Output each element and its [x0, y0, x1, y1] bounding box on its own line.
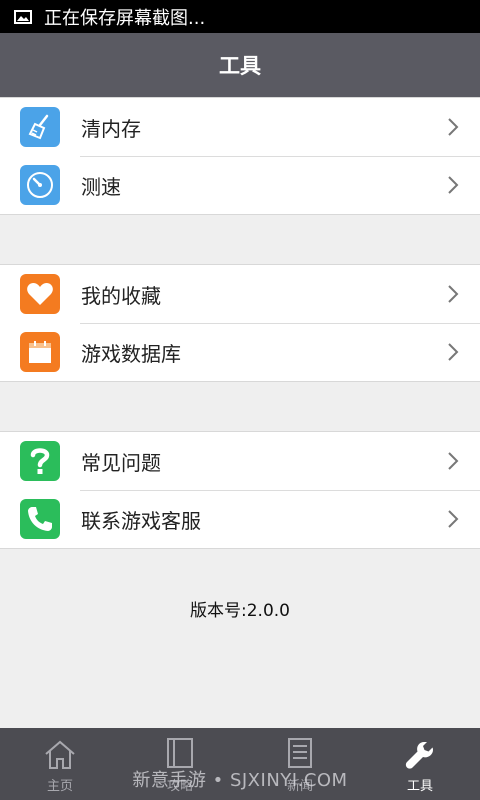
menu-item-label: 游戏数据库 [81, 341, 181, 366]
chevron-right-icon [448, 285, 459, 303]
menu-item-label: 常见问题 [81, 450, 161, 475]
broom-icon [20, 107, 60, 147]
version-label: 版本号:2.0.0 [190, 601, 290, 621]
chevron-right-icon [448, 118, 459, 136]
chevron-right-icon [448, 510, 459, 528]
tools-group-personal: 我的收藏 游戏数据库 [0, 264, 480, 382]
tools-group-system: 清内存 测速 [0, 97, 480, 215]
menu-item-faq[interactable]: 常见问题 [0, 432, 480, 490]
menu-item-label: 联系游戏客服 [81, 508, 201, 533]
database-box-icon [20, 332, 60, 372]
chevron-right-icon [448, 452, 459, 470]
menu-item-my-favorites[interactable]: 我的收藏 [0, 265, 480, 323]
status-text: 正在保存屏幕截图... [44, 7, 206, 29]
watermark: 新意手游 • SJXINYI.COM [132, 770, 348, 791]
question-icon [20, 441, 60, 481]
menu-item-label: 清内存 [81, 116, 141, 141]
chevron-right-icon [448, 343, 459, 361]
chevron-right-icon [448, 176, 459, 194]
menu-item-game-database[interactable]: 游戏数据库 [0, 323, 480, 381]
status-bar: 正在保存屏幕截图... [0, 0, 480, 33]
screenshot-icon [14, 9, 32, 24]
menu-item-contact-support[interactable]: 联系游戏客服 [0, 490, 480, 548]
tools-group-support: 常见问题 联系游戏客服 [0, 431, 480, 549]
menu-item-clear-memory[interactable]: 清内存 [0, 98, 480, 156]
menu-item-speed-test[interactable]: 测速 [0, 156, 480, 214]
menu-item-label: 测速 [81, 174, 121, 199]
speedometer-icon [20, 165, 60, 205]
menu-item-label: 我的收藏 [81, 283, 161, 308]
page-title: 工具 [219, 54, 261, 78]
heart-icon [20, 274, 60, 314]
title-bar: 工具 [0, 33, 480, 97]
phone-icon [20, 499, 60, 539]
